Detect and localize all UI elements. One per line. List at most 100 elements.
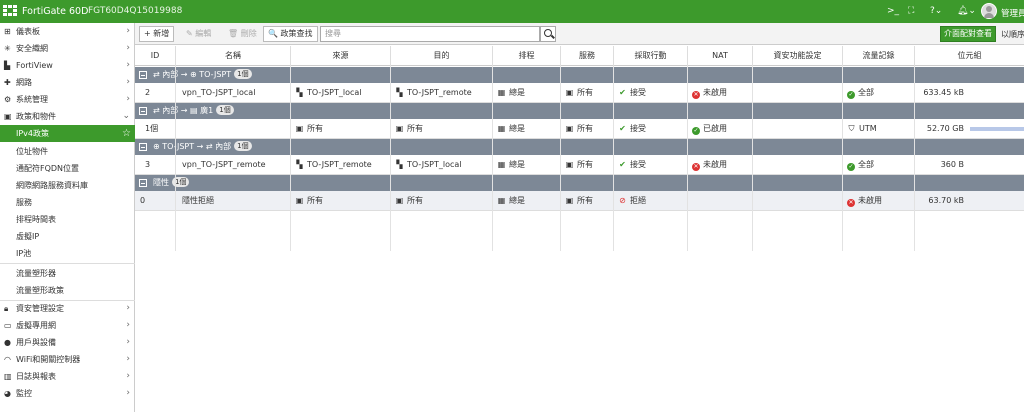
- sidebar-item-network[interactable]: ✚ 網路 ›: [0, 74, 135, 91]
- address-icon: ▚: [396, 88, 403, 97]
- search-input[interactable]: 搜尋: [320, 26, 540, 42]
- column-divider: [175, 66, 176, 251]
- avatar[interactable]: [981, 3, 997, 19]
- system-icon: ⚙: [4, 95, 12, 104]
- sidebar-item-fortiview[interactable]: ▙ FortiView ›: [0, 57, 135, 74]
- cell-source: ▚ TO-JSPT_remote: [290, 155, 390, 175]
- table-row[interactable]: 3 vpn_TO-JSPT_remote ▚ TO-JSPT_remote ▚ TO…: [135, 155, 1024, 175]
- star-icon[interactable]: ☆: [122, 125, 131, 142]
- sidebar: ⊞ 儀表板 › ✳ 安全織網 › ▙ FortiView › ✚ 網路 › ⚙ 系統管理 › ▣ 政策…: [0, 23, 135, 412]
- group-count: 1個: [234, 69, 252, 79]
- column-header-nat[interactable]: NAT: [687, 46, 752, 66]
- collapse-icon[interactable]: [139, 71, 147, 79]
- table-row[interactable]: 1個 ▣ 所有 ▣ 所有 ▦ 總是 ▣ 所有 ✔ 接受 ✓ 已啟用 ⛉ UTM 52.70 G…: [135, 119, 1024, 139]
- interface-pair-view-button[interactable]: 介面配對查看: [940, 26, 996, 42]
- sidebar-item-users[interactable]: ● 用戶與設備 ›: [0, 334, 135, 351]
- search-icon[interactable]: [540, 26, 556, 42]
- cell-service: ▣ 所有: [560, 191, 613, 211]
- sidebar-subitem-fqdn[interactable]: 通配符FQDN位置: [0, 160, 135, 177]
- cell-schedule: ▦ 總是: [492, 83, 560, 103]
- sidebar-item-monitor[interactable]: ◕ 監控 ›: [0, 385, 135, 402]
- address-icon: ▚: [296, 88, 303, 97]
- cell-nat: ✕ 未啟用: [692, 160, 727, 171]
- sidebar-item-security-profiles[interactable]: 🔒︎ 資安管理設定 ›: [0, 300, 135, 317]
- service-icon: ▣: [565, 124, 574, 133]
- table-row[interactable]: 2 vpn_TO-JSPT_local ▚ TO-JSPT_local ▚ TO-J…: [135, 83, 1024, 103]
- user-menu[interactable]: 管理員: [1001, 7, 1024, 19]
- chevron-right-icon: ›: [126, 388, 130, 398]
- sidebar-subitem-shaping-policy[interactable]: 流量塑形政策: [0, 282, 135, 299]
- chevron-right-icon: ›: [126, 371, 130, 381]
- group-header[interactable]: ⊕ TO-JSPT → ⇄ 內部 1個: [135, 139, 1024, 155]
- fortinet-logo-icon: [3, 5, 17, 17]
- sidebar-item-wifi[interactable]: ◠ WiFi和開關控制器 ›: [0, 351, 135, 368]
- group-header[interactable]: ⇄ 內部 → ▤ 廣1 1個: [135, 103, 1024, 119]
- disabled-icon: ✕: [847, 199, 855, 207]
- sidebar-subitem-internet-service[interactable]: 網際網路服務資料庫: [0, 177, 135, 194]
- sidebar-item-policy[interactable]: ▣ 政策和物件 ⌄: [0, 108, 135, 125]
- collapse-icon[interactable]: [139, 107, 147, 115]
- sidebar-item-fabric[interactable]: ✳ 安全織網 ›: [0, 40, 135, 57]
- user-icon: ●: [4, 338, 11, 347]
- cell-action: ✔ 接受: [613, 119, 687, 139]
- group-header[interactable]: ⇄ 內部 → ⊕ TO-JSPT 1個: [135, 67, 1024, 83]
- by-sequence-button[interactable]: 以順序: [1001, 29, 1024, 40]
- cell-schedule: ▦ 總是: [492, 119, 560, 139]
- sidebar-subitem-traffic-shapers[interactable]: 流量塑形器: [0, 265, 135, 282]
- sidebar-subitem-schedules[interactable]: 排程時間表: [0, 211, 135, 228]
- chart-icon: ▥: [4, 372, 12, 381]
- terminal-icon[interactable]: >_: [887, 6, 899, 16]
- help-icon[interactable]: ?⌄: [930, 6, 942, 16]
- sidebar-item-log-report[interactable]: ▥ 日誌與報表 ›: [0, 368, 135, 385]
- column-header-security-profiles[interactable]: 資安功能設定: [752, 46, 842, 66]
- sidebar-item-dashboard[interactable]: ⊞ 儀表板 ›: [0, 23, 135, 40]
- fortiview-icon: ▙: [4, 61, 11, 70]
- sidebar-subitem-ipv4-policy[interactable]: IPv4政策 ☆: [0, 125, 135, 142]
- column-header-id[interactable]: ID: [135, 46, 175, 66]
- column-header-schedule[interactable]: 排程: [492, 46, 560, 66]
- delete-button[interactable]: 🗑 刪除: [223, 26, 262, 42]
- divider: [0, 263, 135, 264]
- address-icon: ▣: [395, 124, 404, 133]
- sidebar-subitem-services[interactable]: 服務: [0, 194, 135, 211]
- table-header: ID 名稱 來源 目的 排程 服務 採取行動 NAT 資安功能設定 流量記錄 位…: [135, 46, 1024, 66]
- column-header-bytes[interactable]: 位元組: [914, 46, 1024, 66]
- sidebar-item-vpn[interactable]: ▭ 虛擬專用網 ›: [0, 317, 135, 334]
- fabric-icon: ✳: [4, 44, 11, 53]
- chevron-right-icon: ›: [126, 354, 130, 364]
- wifi-icon: ◠: [4, 355, 11, 364]
- chevron-right-icon: ›: [126, 77, 130, 87]
- network-icon: ✚: [4, 78, 11, 87]
- cell-destination: ▚ TO-JSPT_remote: [390, 83, 492, 103]
- check-icon: ✔: [619, 88, 626, 97]
- lock-icon: 🔒︎: [4, 304, 9, 313]
- group-header[interactable]: 隱性 1個: [135, 175, 1024, 191]
- cell-name: vpn_TO-JSPT_remote: [182, 160, 266, 169]
- cell-action: ✔ 接受: [613, 155, 687, 175]
- sidebar-subitem-ip-pool[interactable]: IP池: [0, 245, 135, 262]
- collapse-icon[interactable]: [139, 143, 147, 151]
- check-icon: ✔: [619, 160, 626, 169]
- table-row[interactable]: 0 隱性拒絕 ▣ 所有 ▣ 所有 ▦ 總是 ▣ 所有 ⊘ 拒絕 ✕ 未啟用 63.70 kB: [135, 191, 1024, 211]
- bell-icon[interactable]: 🔔︎⌄: [957, 6, 976, 16]
- column-header-service[interactable]: 服務: [560, 46, 613, 66]
- sidebar-subitem-virtual-ip[interactable]: 虛擬IP: [0, 228, 135, 245]
- sidebar-subitem-addresses[interactable]: 位址物件: [0, 143, 135, 160]
- new-button[interactable]: + 新增: [139, 26, 175, 42]
- group-count: 1個: [216, 105, 234, 115]
- column-header-source[interactable]: 來源: [290, 46, 390, 66]
- column-header-destination[interactable]: 目的: [390, 46, 492, 66]
- column-header-log[interactable]: 流量記錄: [842, 46, 914, 66]
- fullscreen-icon[interactable]: ⛶: [908, 6, 914, 16]
- edit-button[interactable]: ✎ 編輯: [181, 26, 216, 42]
- policy-lookup-button[interactable]: 🔍 政策查找: [263, 26, 318, 42]
- column-divider: [290, 66, 291, 251]
- column-header-action[interactable]: 採取行動: [613, 46, 687, 66]
- cell-service: ▣ 所有: [560, 83, 613, 103]
- sidebar-item-system[interactable]: ⚙ 系統管理 ›: [0, 91, 135, 108]
- policy-icon: ▣: [4, 112, 12, 121]
- column-header-name[interactable]: 名稱: [175, 46, 290, 66]
- cell-id: 2: [145, 88, 151, 97]
- collapse-icon[interactable]: [139, 179, 147, 187]
- cell-name: vpn_TO-JSPT_local: [182, 88, 256, 97]
